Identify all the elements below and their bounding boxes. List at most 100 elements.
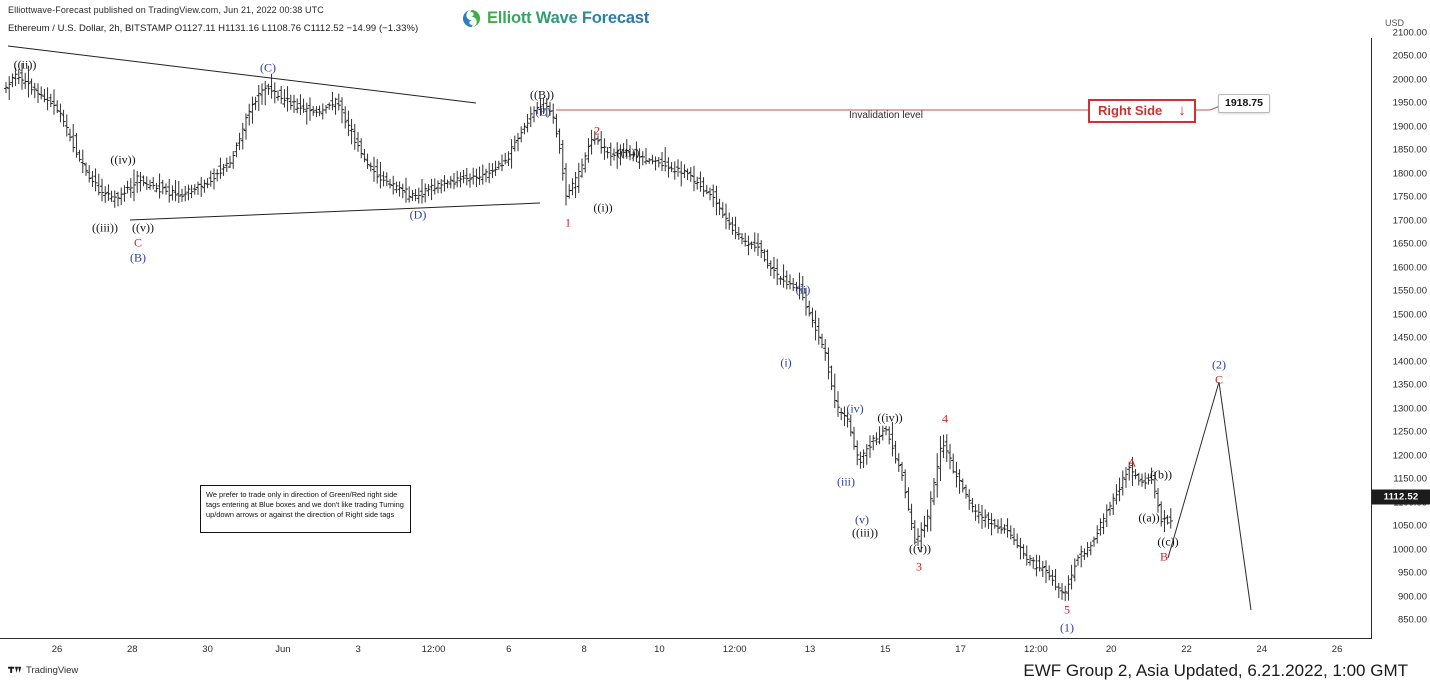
wave-label: ((iii)) <box>852 525 878 540</box>
wave-label: ((ii)) <box>616 145 640 160</box>
time-tick: 8 <box>581 644 587 655</box>
price-tick: 1900.00 <box>1392 121 1427 133</box>
wave-label: ((iv)) <box>877 410 903 425</box>
price-tick: 1550.00 <box>1392 285 1427 297</box>
time-tick: 12:00 <box>421 644 446 655</box>
invalidation-level-label: Invalidation level <box>849 110 923 121</box>
price-tick: 1200.00 <box>1392 450 1427 462</box>
wave-label: ((B)) <box>530 87 554 102</box>
time-tick: 26 <box>1331 644 1343 655</box>
wave-label: C <box>133 235 143 250</box>
price-tick: 1450.00 <box>1392 332 1427 344</box>
price-tick: 1950.00 <box>1392 97 1427 109</box>
wave-label: ((b)) <box>1150 467 1172 482</box>
wave-label: ((v)) <box>909 541 931 556</box>
time-tick: 26 <box>51 644 63 655</box>
price-tick: 1800.00 <box>1392 168 1427 180</box>
wave-label: ((v)) <box>132 220 154 235</box>
wedge-upper-line <box>7 45 477 104</box>
price-tick: 950.00 <box>1397 567 1427 579</box>
wave-label: (2) <box>1212 357 1226 372</box>
price-axis-unit: USD <box>1384 18 1404 28</box>
price-tick: 1150.00 <box>1393 473 1427 485</box>
wave-label: (B) <box>130 250 146 265</box>
time-tick: 22 <box>1181 644 1192 655</box>
ewf-logo: Elliott Wave Forecast <box>462 9 649 28</box>
price-tick: 1750.00 <box>1392 191 1427 203</box>
wave-label: ((ii)) <box>13 57 37 72</box>
wave-label: 1 <box>565 215 571 230</box>
time-tick: 12:00 <box>722 644 747 655</box>
wave-label: (iii) <box>837 474 855 489</box>
price-tick: 850.00 <box>1397 614 1427 626</box>
tradingview-brand-label: TradingView <box>26 665 79 676</box>
price-axis[interactable]: USD 2100.00 2050.00 2000.00 1950.00 1900.00 1… <box>1372 14 1430 638</box>
projection-up-line <box>1167 381 1220 559</box>
price-tick: 1050.00 <box>1392 520 1427 532</box>
time-tick: 30 <box>202 644 213 655</box>
time-tick: 17 <box>955 644 966 655</box>
right-side-tag-label: Right Side <box>1098 103 1163 118</box>
time-tick: 28 <box>127 644 138 655</box>
ewf-swirl-icon <box>462 9 481 28</box>
time-tick: 20 <box>1105 644 1117 655</box>
tradingview-chart-screenshot: Elliottwave-Forecast published on Tradin… <box>0 0 1430 684</box>
footer-note: EWF Group 2, Asia Updated, 6.21.2022, 1:… <box>1023 661 1408 680</box>
price-tick: 1850.00 <box>1392 144 1427 156</box>
wave-label: ((iii)) <box>92 220 118 235</box>
price-tick: 1700.00 <box>1392 215 1427 227</box>
time-tick: 3 <box>355 644 361 655</box>
ohlc-bars <box>3 63 1173 601</box>
ewf-logo-text: Elliott Wave Forecast <box>487 9 650 27</box>
time-axis[interactable]: 26 28 30 Jun 3 12:00 6 8 10 12:00 13 15 17 12:00 20 22 2… <box>0 638 1372 660</box>
time-tick: 13 <box>804 644 816 655</box>
price-tick: 1400.00 <box>1392 356 1427 368</box>
wave-label: (D) <box>409 207 427 222</box>
right-side-tag: Right Side ↓ <box>1088 99 1196 123</box>
price-tick: 1600.00 <box>1392 262 1427 274</box>
price-tick: 1650.00 <box>1392 238 1427 250</box>
wave-label: (i) <box>780 355 792 370</box>
time-tick: Jun <box>275 644 291 655</box>
wave-label: ((i)) <box>593 200 613 215</box>
price-tick: 2050.00 <box>1392 50 1427 62</box>
wave-label: 2 <box>594 123 600 138</box>
price-tick: 1300.00 <box>1392 403 1427 415</box>
price-tick: 2100.00 <box>1392 27 1427 39</box>
publication-line: Elliottwave-Forecast published on Tradin… <box>8 5 324 15</box>
wave-label: (E) <box>535 104 551 119</box>
wave-label: A <box>1127 455 1137 470</box>
time-tick: 10 <box>654 644 665 655</box>
wave-label: ((a)) <box>1138 510 1160 525</box>
invalidation-price-callout: 1918.75 <box>1218 94 1270 113</box>
time-tick: 15 <box>880 644 891 655</box>
projection-down-line <box>1218 381 1252 611</box>
wave-label: (ii) <box>795 282 811 297</box>
price-tick: 900.00 <box>1397 591 1427 603</box>
tradingview-logo-icon <box>8 666 22 673</box>
wave-label: ((iv)) <box>110 152 136 167</box>
wave-label: 3 <box>916 559 922 574</box>
wave-label: C <box>1214 372 1224 387</box>
time-tick: 12:00 <box>1024 644 1048 655</box>
price-tick: 1250.00 <box>1392 426 1427 438</box>
chart-plot-area[interactable]: We prefer to trade only in direction of … <box>0 38 1372 638</box>
wave-label: 4 <box>942 411 948 426</box>
trading-disclaimer-box: We prefer to trade only in direction of … <box>200 485 411 533</box>
price-tick: 1350.00 <box>1392 379 1427 391</box>
wave-label: ((c)) <box>1157 534 1179 549</box>
wave-label: 5 <box>1064 602 1070 617</box>
tradingview-brand: TradingView <box>8 665 78 676</box>
price-tick: 1000.00 <box>1392 544 1427 556</box>
time-tick: 24 <box>1256 644 1268 655</box>
wave-label: (iv) <box>846 401 864 416</box>
down-arrow-icon: ↓ <box>1178 102 1186 119</box>
price-tick: 2000.00 <box>1392 74 1427 86</box>
wedge-lower-line <box>129 202 541 221</box>
price-tick: 1500.00 <box>1392 309 1427 321</box>
wave-label: (C) <box>260 60 276 75</box>
wave-label: B <box>1159 549 1169 564</box>
symbol-ohlc-line: Ethereum / U.S. Dollar, 2h, BITSTAMP O11… <box>8 23 419 34</box>
current-price-badge: 1112.52 <box>1372 489 1430 505</box>
time-tick: 6 <box>506 644 512 655</box>
